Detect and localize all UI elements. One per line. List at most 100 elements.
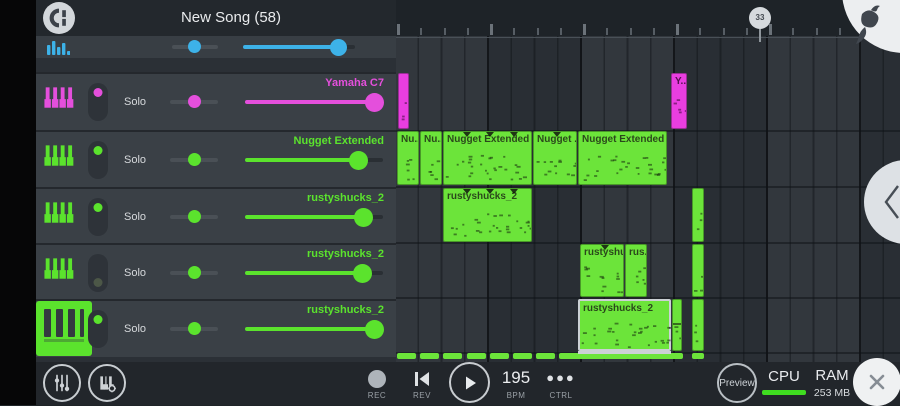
pattern-clip[interactable] <box>692 188 704 242</box>
clip-notes-preview <box>581 322 671 349</box>
instrument-icon[interactable] <box>44 84 80 120</box>
ruler-tick <box>745 28 748 35</box>
rewind-button[interactable] <box>412 369 432 389</box>
mute-toggle[interactable] <box>88 141 108 179</box>
solo-button[interactable]: Solo <box>124 211 146 223</box>
fl-studio-logo-button[interactable] <box>838 0 900 54</box>
volume-knob[interactable] <box>352 264 372 283</box>
pan-slider[interactable] <box>170 210 218 224</box>
pan-slider[interactable] <box>170 322 218 336</box>
volume-knob[interactable] <box>348 151 368 170</box>
volume-knob[interactable] <box>365 93 385 112</box>
volume-slider[interactable] <box>245 319 385 339</box>
master-pan-slider[interactable] <box>172 40 218 54</box>
pan-knob[interactable] <box>187 210 201 223</box>
solo-button[interactable]: Solo <box>124 267 146 279</box>
pattern-clip-partial[interactable] <box>513 353 532 359</box>
pattern-clip[interactable]: Nugget ... <box>533 131 577 185</box>
track-row[interactable]: Solo Nugget Extended <box>36 130 396 188</box>
track-row[interactable]: Solo Yamaha C7 <box>36 72 396 130</box>
instrument-settings-button[interactable] <box>88 364 126 402</box>
master-volume-slider[interactable] <box>243 37 355 57</box>
mute-indicator-dot <box>93 146 103 155</box>
mute-toggle[interactable] <box>88 254 108 292</box>
pattern-clip[interactable] <box>692 244 704 297</box>
ruler-tick <box>466 28 469 35</box>
volume-knob[interactable] <box>365 320 385 339</box>
pattern-clip[interactable]: rustyshu... <box>580 244 624 297</box>
pan-slider[interactable] <box>170 95 218 109</box>
volume-slider[interactable] <box>245 92 385 112</box>
track-row[interactable]: Solo rustyshucks_2 <box>36 243 396 301</box>
solo-button[interactable]: Solo <box>124 154 146 166</box>
pattern-clip[interactable]: Y... <box>671 73 687 129</box>
pan-knob[interactable] <box>187 322 201 335</box>
timeline-ruler[interactable] <box>396 0 900 36</box>
ruler-tick <box>583 24 586 35</box>
play-icon <box>465 376 476 389</box>
volume-slider[interactable] <box>245 263 383 283</box>
pattern-clip-partial[interactable] <box>490 353 509 359</box>
mute-toggle[interactable] <box>88 83 108 121</box>
pan-knob[interactable] <box>187 95 201 108</box>
pattern-clip[interactable]: Nu... <box>420 131 442 185</box>
track-row[interactable]: Solo rustyshucks_2 <box>36 187 396 245</box>
master-track-row[interactable] <box>36 36 396 58</box>
master-volume-knob[interactable] <box>329 39 347 56</box>
pattern-clip-partial[interactable] <box>467 353 486 359</box>
track-row[interactable]: Solo rustyshucks_2 <box>36 299 396 357</box>
ctrl-button[interactable]: ●●● <box>537 370 585 385</box>
clip-notes-preview <box>401 102 407 121</box>
ruler-tick <box>536 28 539 35</box>
pattern-clip-partial[interactable] <box>692 353 704 359</box>
bpm-label: BPM <box>506 391 526 400</box>
pattern-clip-selected[interactable]: rustyshucks_2 <box>578 299 671 351</box>
selection-border-fragment <box>578 351 671 354</box>
volume-slider[interactable] <box>245 150 383 170</box>
instrument-icon[interactable] <box>44 255 80 291</box>
solo-button[interactable]: Solo <box>124 96 146 108</box>
pattern-clip[interactable]: Nugget Extended <box>443 131 532 185</box>
pan-knob[interactable] <box>187 266 201 279</box>
piano-keys-icon <box>44 87 74 108</box>
pattern-clip-partial[interactable] <box>443 353 462 359</box>
ruler-tick <box>397 24 400 35</box>
volume-slider[interactable] <box>245 207 383 227</box>
solo-button[interactable]: Solo <box>124 323 146 335</box>
pattern-clip-partial[interactable] <box>420 353 439 359</box>
mute-toggle[interactable] <box>88 198 108 236</box>
playlist-grid[interactable]: Y...Nu...Nu...Nugget ExtendedNugget ...N… <box>396 36 900 362</box>
mixer-button[interactable] <box>43 364 81 402</box>
pattern-clip[interactable]: rus... <box>625 244 647 297</box>
mute-toggle[interactable] <box>88 310 108 348</box>
playhead-marker[interactable]: 33 <box>749 7 771 29</box>
instrument-icon-selected[interactable] <box>36 301 92 356</box>
volume-knob[interactable] <box>354 208 374 227</box>
pan-slider[interactable] <box>170 266 218 280</box>
app-menu-button[interactable] <box>43 2 75 34</box>
instrument-icon[interactable] <box>44 142 80 178</box>
play-button[interactable] <box>449 362 490 403</box>
bpm-value[interactable]: 195 <box>492 368 540 388</box>
ruler-tick <box>629 28 632 35</box>
pattern-clip[interactable]: rustyshucks_2 <box>443 188 532 242</box>
pattern-clip[interactable]: Nu... <box>397 131 419 185</box>
pan-knob[interactable] <box>187 153 201 166</box>
song-title[interactable]: New Song (58) <box>86 0 376 36</box>
instrument-icon[interactable] <box>44 199 80 235</box>
pattern-clip[interactable] <box>398 73 409 129</box>
pattern-clip[interactable] <box>692 299 704 351</box>
track-name: rustyshucks_2 <box>306 192 384 204</box>
pattern-clip-partial[interactable] <box>397 353 416 359</box>
pattern-clip[interactable] <box>672 299 682 351</box>
pattern-clip[interactable]: Nugget Extended <box>578 131 667 185</box>
grid-top-line <box>396 37 900 38</box>
pattern-clip-partial[interactable] <box>536 353 555 359</box>
close-button[interactable] <box>853 358 900 406</box>
preview-button[interactable]: Preview <box>717 363 757 403</box>
record-button[interactable] <box>368 370 386 388</box>
pan-slider[interactable] <box>170 153 218 167</box>
master-pan-knob[interactable] <box>187 40 201 53</box>
cpu-meter <box>762 390 806 395</box>
clip-notes-preview <box>696 212 703 231</box>
